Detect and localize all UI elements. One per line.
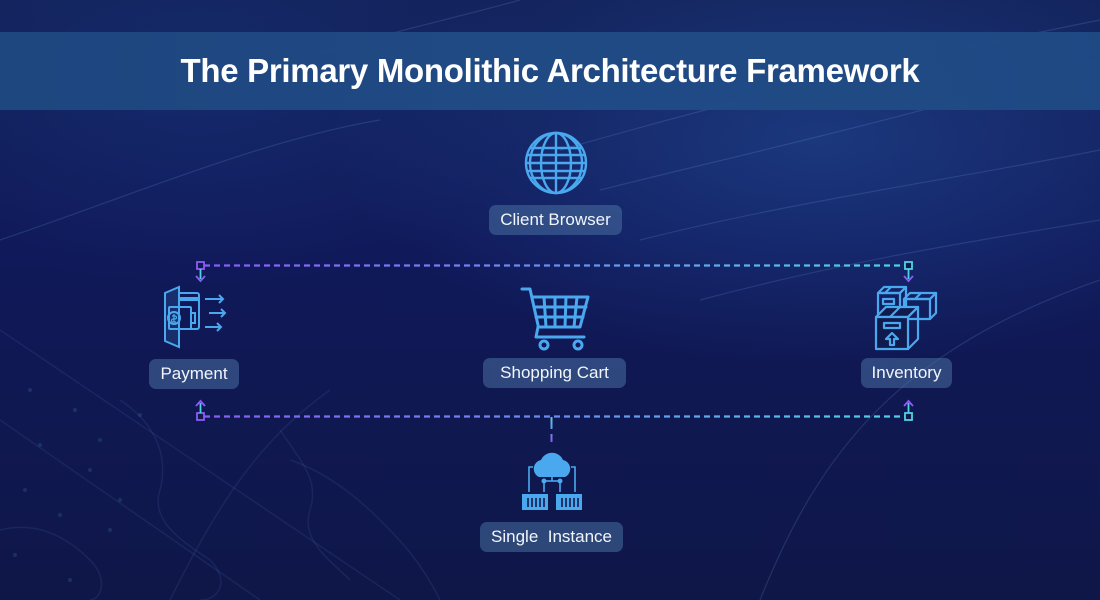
boxes-icon xyxy=(874,285,940,351)
wallet-payment-icon xyxy=(157,285,227,349)
node-single-instance: Single Instance xyxy=(468,447,635,552)
node-payment: Payment xyxy=(144,285,244,389)
node-label: Inventory xyxy=(860,358,953,388)
node-inventory: Inventory xyxy=(855,285,958,388)
node-shopping-cart: Shopping Cart xyxy=(478,287,631,388)
cloud-server-icon xyxy=(519,447,585,513)
node-label: Shopping Cart xyxy=(483,358,626,388)
node-label: Client Browser xyxy=(489,205,622,235)
node-client-browser: Client Browser xyxy=(480,130,631,235)
page-title: The Primary Monolithic Architecture Fram… xyxy=(180,52,920,89)
globe-icon xyxy=(523,130,589,196)
node-label: Payment xyxy=(149,359,239,389)
shopping-cart-icon xyxy=(520,287,590,351)
node-label: Single Instance xyxy=(480,522,623,552)
